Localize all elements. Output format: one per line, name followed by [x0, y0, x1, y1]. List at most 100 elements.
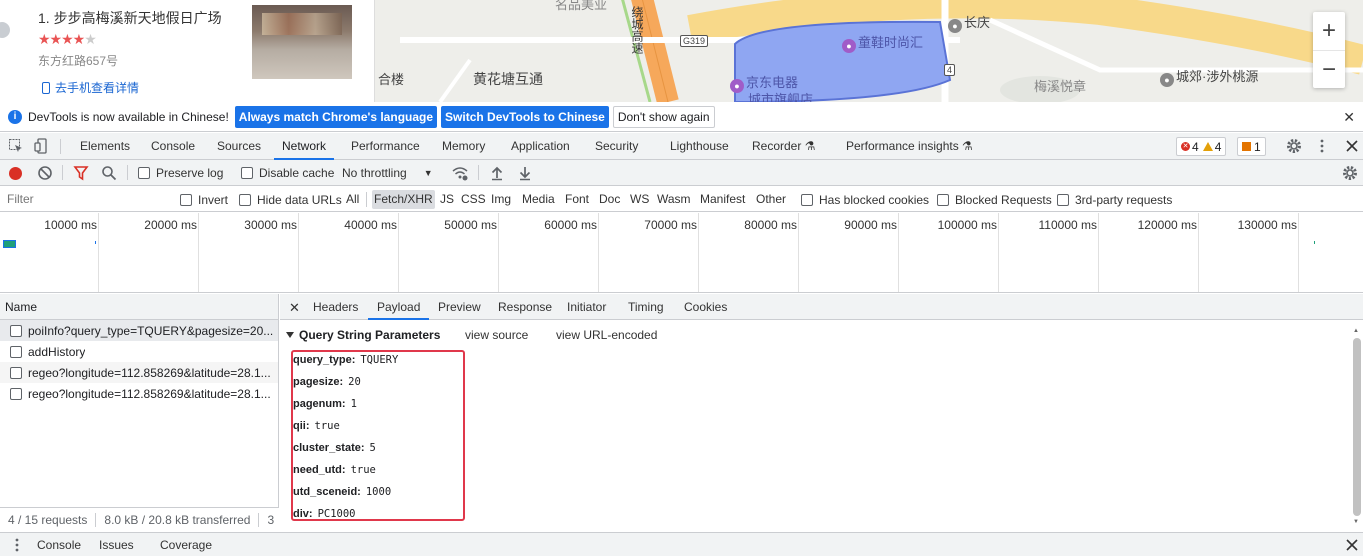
type-filter-js[interactable]: JS — [438, 190, 456, 209]
more-options-icon[interactable] — [1314, 138, 1330, 154]
tab-application[interactable]: Application — [511, 133, 570, 160]
zoom-in-button[interactable]: + — [1313, 12, 1345, 50]
detail-tab-headers[interactable]: Headers — [313, 294, 358, 320]
view-url-encoded-link[interactable]: view URL-encoded — [556, 328, 657, 342]
detail-tab-payload[interactable]: Payload — [367, 294, 430, 320]
type-filter-all[interactable]: All — [344, 190, 361, 209]
poi-title[interactable]: 1. 步步高梅溪新天地假日广场 — [38, 8, 222, 28]
type-filter-wasm[interactable]: Wasm — [655, 190, 693, 209]
request-row[interactable]: poiInfo?query_type=TQUERY&pagesize=20... — [0, 320, 278, 341]
close-drawer-icon[interactable] — [1344, 537, 1360, 553]
type-filter-img[interactable]: Img — [489, 190, 513, 209]
tab-performance-insights[interactable]: Performance insights ⚗ — [846, 133, 973, 160]
type-filter-fetch-xhr[interactable]: Fetch/XHR — [372, 190, 435, 209]
scroll-down-icon[interactable]: ▼ — [1353, 519, 1359, 525]
query-param-row[interactable]: qii: true — [293, 415, 340, 437]
dont-show-again-button[interactable]: Don't show again — [612, 105, 715, 128]
third-party-checkbox[interactable]: 3rd-party requests — [1057, 187, 1172, 212]
query-param-row[interactable]: query_type: TQUERY — [293, 349, 398, 371]
toolbar-separator — [478, 165, 479, 180]
type-filter-css[interactable]: CSS — [459, 190, 488, 209]
close-infobar-icon[interactable]: ✕ — [1343, 109, 1355, 126]
zoom-out-button[interactable]: − — [1313, 50, 1345, 88]
type-filter-doc[interactable]: Doc — [597, 190, 622, 209]
request-row[interactable]: addHistory — [0, 341, 278, 362]
close-detail-icon[interactable]: ✕ — [289, 300, 300, 316]
tab-lighthouse[interactable]: Lighthouse — [670, 133, 729, 160]
record-button[interactable] — [9, 160, 22, 186]
query-params-section-header[interactable]: Query String Parameters — [286, 328, 440, 342]
filter-funnel-icon[interactable] — [73, 165, 89, 181]
detail-tab-preview[interactable]: Preview — [438, 294, 481, 320]
error-warning-counter[interactable]: ✕ 4 4 — [1176, 137, 1227, 156]
type-filter-other[interactable]: Other — [754, 190, 788, 209]
drawer-tab-coverage[interactable]: Coverage — [160, 533, 212, 556]
has-blocked-cookies-checkbox[interactable]: Has blocked cookies — [801, 187, 929, 212]
query-param-row[interactable]: cluster_state: 5 — [293, 437, 376, 459]
inspect-element-icon[interactable] — [8, 138, 24, 154]
map-poi-jingdong[interactable]: ● 京东电器 城市旗舰店 — [730, 76, 813, 102]
drawer-menu-icon[interactable] — [9, 537, 25, 553]
import-har-icon[interactable] — [489, 165, 505, 181]
view-on-mobile-link[interactable]: 去手机查看详情 — [42, 79, 139, 96]
scrollbar-thumb[interactable] — [1353, 338, 1361, 516]
tab-network[interactable]: Network — [273, 133, 335, 160]
hide-data-urls-checkbox[interactable]: Hide data URLs — [239, 187, 342, 212]
clear-log-icon[interactable] — [37, 165, 53, 181]
detail-tab-initiator[interactable]: Initiator — [567, 294, 606, 320]
tab-security[interactable]: Security — [595, 133, 638, 160]
search-icon[interactable] — [101, 165, 117, 181]
request-row[interactable]: regeo?longitude=112.858269&latitude=28.1… — [0, 362, 278, 383]
detail-scrollbar[interactable]: ▲ ▼ — [1351, 328, 1361, 525]
blocked-requests-label: Blocked Requests — [955, 192, 1052, 207]
type-filter-manifest[interactable]: Manifest — [698, 190, 747, 209]
type-filter-font[interactable]: Font — [563, 190, 591, 209]
drawer-tab-console[interactable]: Console — [37, 533, 81, 556]
map-view[interactable]: 名品美业 合楼 黄花塘互通 绕城高速 G319 4 ● 童鞋时尚汇 ● 京东电器 城市… — [0, 0, 1363, 102]
overview-tick-label: 10000 ms — [44, 218, 97, 232]
close-devtools-icon[interactable] — [1344, 138, 1360, 154]
network-settings-gear-icon[interactable] — [1342, 165, 1358, 181]
settings-gear-icon[interactable] — [1286, 138, 1302, 154]
phone-icon — [42, 82, 50, 94]
detail-tab-cookies[interactable]: Cookies — [684, 294, 727, 320]
tab-elements[interactable]: Elements — [80, 133, 130, 160]
query-param-row[interactable]: utd_sceneid: 1000 — [293, 481, 391, 503]
scroll-up-icon[interactable]: ▲ — [1353, 328, 1359, 334]
filter-input[interactable] — [3, 190, 167, 209]
disable-cache-checkbox[interactable]: Disable cache — [241, 160, 334, 186]
type-filter-media[interactable]: Media — [520, 190, 557, 209]
preserve-log-checkbox[interactable]: Preserve log — [138, 160, 223, 186]
query-param-row[interactable]: div: PC1000 — [293, 503, 356, 525]
switch-to-chinese-button[interactable]: Switch DevTools to Chinese — [441, 105, 609, 128]
device-toolbar-icon[interactable] — [34, 138, 50, 154]
query-param-row[interactable]: need_utd: true — [293, 459, 376, 481]
tab-console[interactable]: Console — [151, 133, 195, 160]
detail-tab-response[interactable]: Response — [498, 294, 552, 320]
request-row[interactable]: regeo?longitude=112.858269&latitude=28.1… — [0, 383, 278, 404]
poi-result-card[interactable]: 1. 步步高梅溪新天地假日广场 ★★★★★ 东方红路657号 去手机查看详情 — [0, 0, 375, 102]
invert-checkbox[interactable]: Invert — [180, 187, 228, 212]
map-poi-changqing[interactable]: ● 长庆 — [948, 12, 990, 33]
query-param-row[interactable]: pagesize: 20 — [293, 371, 361, 393]
always-match-language-button[interactable]: Always match Chrome's language — [234, 105, 438, 128]
query-param-row[interactable]: pagenum: 1 — [293, 393, 357, 415]
tab-recorder[interactable]: Recorder ⚗ — [752, 133, 815, 160]
network-overview-timeline[interactable]: 10000 ms 20000 ms 30000 ms 40000 ms 50000 ms… — [0, 213, 1363, 293]
poi-photo[interactable] — [252, 5, 352, 79]
tab-sources[interactable]: Sources — [217, 133, 261, 160]
issues-counter[interactable]: 1 — [1237, 137, 1266, 156]
drawer-tab-issues[interactable]: Issues — [99, 533, 134, 556]
blocked-requests-checkbox[interactable]: Blocked Requests — [937, 187, 1052, 212]
map-poi-tongxie[interactable]: ● 童鞋时尚汇 — [842, 32, 923, 53]
name-column-header[interactable]: Name — [0, 294, 278, 320]
export-har-icon[interactable] — [517, 165, 533, 181]
tab-memory[interactable]: Memory — [442, 133, 485, 160]
tab-performance[interactable]: Performance — [351, 133, 420, 160]
view-source-link[interactable]: view source — [465, 328, 528, 342]
throttling-select[interactable]: No throttling ▼ — [342, 160, 433, 186]
map-poi-chengjiao[interactable]: ● 城郊·涉外桃源 — [1160, 66, 1258, 87]
type-filter-ws[interactable]: WS — [628, 190, 651, 209]
detail-tab-timing[interactable]: Timing — [628, 294, 664, 320]
network-conditions-icon[interactable] — [452, 165, 468, 181]
